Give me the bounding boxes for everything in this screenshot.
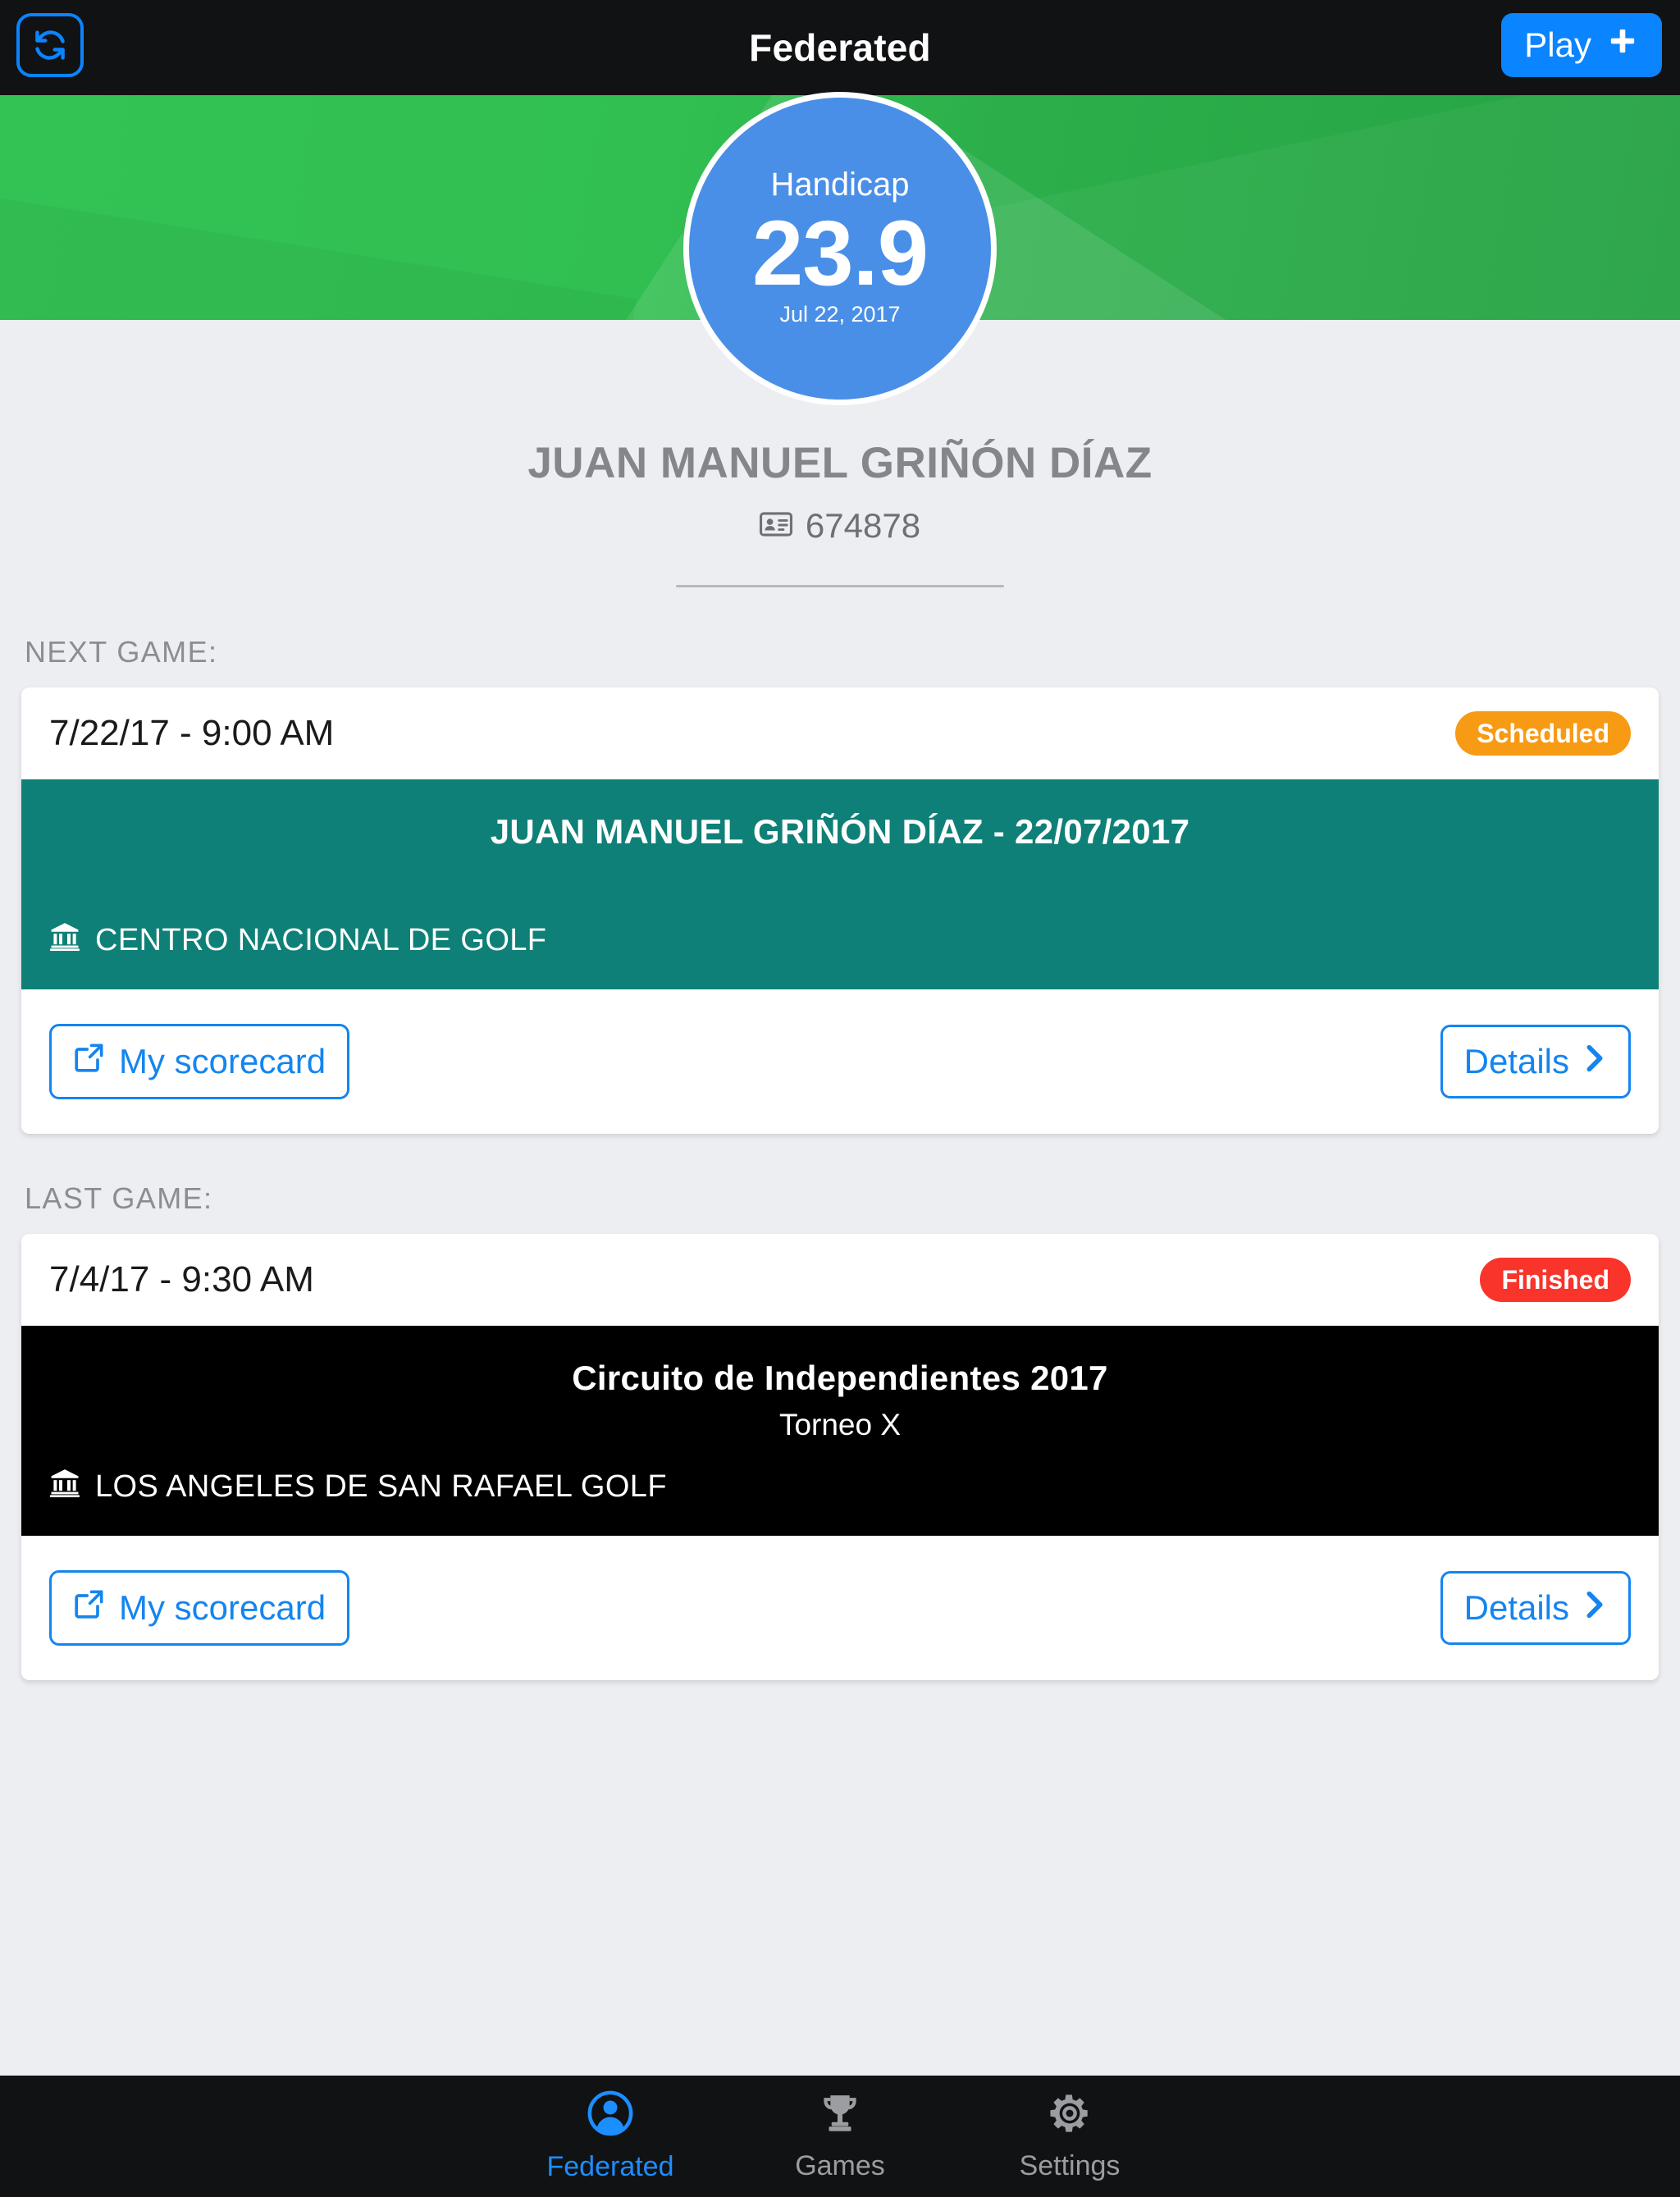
handicap-date: Jul 22, 2017 bbox=[779, 302, 901, 327]
handicap-value: 23.9 bbox=[752, 201, 929, 304]
tab-federated-label: Federated bbox=[546, 2151, 674, 2182]
tab-games[interactable]: Games bbox=[725, 2090, 955, 2182]
player-name: JUAN MANUEL GRIÑÓN DÍAZ bbox=[527, 439, 1153, 487]
next-game-actions: My scorecard Details bbox=[21, 989, 1659, 1134]
next-game-date: 7/22/17 - 9:00 AM bbox=[49, 713, 335, 753]
top-navigation-bar: Federated Play bbox=[0, 0, 1680, 95]
last-game-details-label: Details bbox=[1463, 1588, 1569, 1627]
last-game-date: 7/4/17 - 9:30 AM bbox=[49, 1259, 314, 1299]
chevron-right-icon bbox=[1582, 1588, 1607, 1628]
play-button[interactable]: Play bbox=[1501, 13, 1662, 77]
player-id-row: 674878 bbox=[0, 506, 1680, 546]
play-button-label: Play bbox=[1524, 25, 1591, 64]
main-content: JUAN MANUEL GRIÑÓN DÍAZ 674878 NEXT GAME… bbox=[0, 320, 1680, 2076]
next-game-title: JUAN MANUEL GRIÑÓN DÍAZ - 22/07/2017 bbox=[490, 812, 1190, 851]
page-title: Federated bbox=[749, 26, 931, 69]
next-game-details-label: Details bbox=[1463, 1042, 1569, 1080]
tab-federated[interactable]: Federated bbox=[495, 2090, 725, 2183]
last-game-banner: Circuito de Independientes 2017 Torneo X bbox=[21, 1326, 1659, 1536]
bank-icon bbox=[49, 1467, 80, 1506]
last-game-title: Circuito de Independientes 2017 bbox=[572, 1359, 1108, 1397]
section-divider bbox=[676, 585, 1004, 587]
next-game-card-header: 7/22/17 - 9:00 AM Scheduled bbox=[21, 687, 1659, 779]
next-game-my-scorecard-button[interactable]: My scorecard bbox=[49, 1024, 350, 1099]
last-game-card-header: 7/4/17 - 9:30 AM Finished bbox=[21, 1234, 1659, 1326]
chevron-right-icon bbox=[1582, 1042, 1607, 1081]
last-game-my-scorecard-label: My scorecard bbox=[119, 1588, 326, 1627]
next-game-banner: JUAN MANUEL GRIÑÓN DÍAZ - 22/07/2017 CEN… bbox=[21, 779, 1659, 989]
refresh-button[interactable] bbox=[16, 13, 84, 77]
next-game-venue: CENTRO NACIONAL DE GOLF bbox=[95, 922, 547, 957]
tab-settings-label: Settings bbox=[1019, 2150, 1121, 2181]
next-game-card[interactable]: 7/22/17 - 9:00 AM Scheduled JUAN MANUEL … bbox=[21, 687, 1659, 1134]
bank-icon bbox=[49, 920, 80, 960]
handicap-label: Handicap bbox=[770, 166, 910, 203]
last-game-subtitle: Torneo X bbox=[778, 1408, 902, 1441]
next-game-details-button[interactable]: Details bbox=[1440, 1025, 1631, 1098]
tab-settings[interactable]: Settings bbox=[955, 2090, 1185, 2182]
last-game-venue-row: LOS ANGELES DE SAN RAFAEL GOLF bbox=[49, 1467, 1631, 1506]
last-game-venue: LOS ANGELES DE SAN RAFAEL GOLF bbox=[95, 1468, 667, 1504]
refresh-icon bbox=[32, 27, 68, 63]
next-game-venue-row: CENTRO NACIONAL DE GOLF bbox=[49, 920, 1631, 960]
last-game-details-button[interactable]: Details bbox=[1440, 1571, 1631, 1645]
last-game-my-scorecard-button[interactable]: My scorecard bbox=[49, 1570, 350, 1646]
hero-decoration-wedge-c bbox=[0, 184, 637, 320]
next-game-section-label: NEXT GAME: bbox=[25, 635, 218, 669]
person-circle-icon bbox=[587, 2090, 634, 2141]
id-card-icon bbox=[759, 511, 792, 541]
last-game-card[interactable]: 7/4/17 - 9:30 AM Finished Circuito de In… bbox=[21, 1234, 1659, 1680]
handicap-badge[interactable]: Handicap 23.9 Jul 22, 2017 bbox=[683, 92, 997, 405]
last-game-actions: My scorecard Details bbox=[21, 1536, 1659, 1680]
external-link-icon bbox=[73, 1041, 106, 1082]
bottom-tab-bar: Federated Games Settings bbox=[0, 2076, 1680, 2197]
last-game-status-badge: Finished bbox=[1480, 1258, 1631, 1302]
next-game-status-badge: Scheduled bbox=[1455, 711, 1631, 756]
gear-icon bbox=[1047, 2090, 1093, 2140]
external-link-icon bbox=[73, 1587, 106, 1628]
tab-games-label: Games bbox=[795, 2150, 885, 2181]
app-screen: Federated Play Handicap 23.9 Jul 22, 201… bbox=[0, 0, 1680, 2197]
player-id-number: 674878 bbox=[805, 506, 921, 545]
plus-icon bbox=[1606, 25, 1639, 63]
trophy-icon bbox=[817, 2090, 863, 2140]
next-game-my-scorecard-label: My scorecard bbox=[119, 1042, 326, 1080]
hero-decoration-wedge-b bbox=[943, 95, 1680, 320]
last-game-section-label: LAST GAME: bbox=[25, 1181, 213, 1215]
